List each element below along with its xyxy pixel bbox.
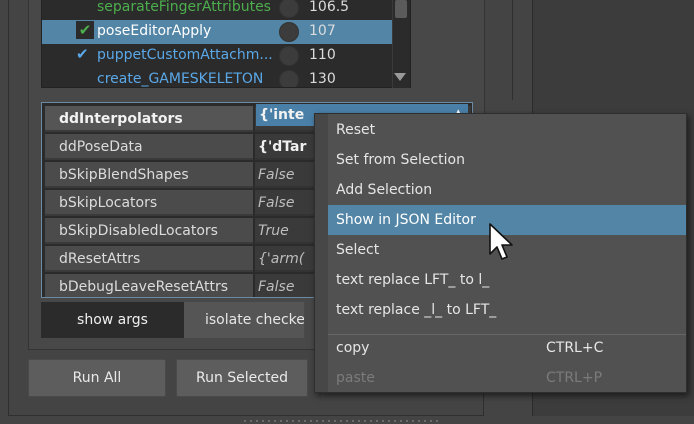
list-item-value: 106.5 xyxy=(309,0,350,15)
list-item-name: puppetCustomAttachm... xyxy=(97,47,273,63)
menu-item-reset[interactable]: Reset xyxy=(328,115,686,145)
check-icon[interactable]: ✔ xyxy=(76,45,94,63)
attribute-name: bSkipBlendShapes xyxy=(45,162,253,188)
run-selected-button[interactable]: Run Selected xyxy=(176,359,308,397)
attribute-name: bSkipDisabledLocators xyxy=(45,218,253,244)
menu-icon-gutter xyxy=(315,114,328,392)
list-item-name: create_GAMESKELETON xyxy=(97,71,264,87)
scroll-down-arrow-icon[interactable] xyxy=(394,73,406,81)
attribute-name: ddPoseData xyxy=(45,134,253,160)
menu-item-label: copy xyxy=(336,340,370,356)
list-item[interactable]: ✔ poseEditorApply 107 xyxy=(42,20,394,44)
menu-item-label: Select xyxy=(336,242,380,258)
menu-item-set-from-selection[interactable]: Set from Selection xyxy=(328,145,686,175)
status-dot-icon xyxy=(279,0,299,18)
menu-item-label: Show in JSON Editor xyxy=(336,212,476,228)
menu-item-replace-l-to-lft[interactable]: text replace _l_ to LFT_ xyxy=(328,295,686,325)
menu-item-add-selection[interactable]: Add Selection xyxy=(328,175,686,205)
list-item-value: 107 xyxy=(309,23,336,39)
menu-item-label: Reset xyxy=(336,122,376,138)
list-item-name: separateFingerAttributes xyxy=(97,0,271,15)
menu-item-paste: paste CTRL+P xyxy=(328,363,686,393)
step-list[interactable]: separateFingerAttributes 106.5 ✔ poseEdi… xyxy=(41,0,411,88)
menu-item-shortcut: CTRL+C xyxy=(546,340,604,356)
attribute-name: bDebugLeaveResetAttrs xyxy=(45,274,253,297)
menu-item-replace-lft-to-l[interactable]: text replace LFT_ to l_ xyxy=(328,265,686,295)
menu-item-label: Set from Selection xyxy=(336,152,465,168)
list-item[interactable]: ✔ puppetCustomAttachm... 110 xyxy=(42,44,394,68)
status-dot-icon xyxy=(279,70,299,87)
menu-item-label: Add Selection xyxy=(336,182,433,198)
check-icon[interactable]: ✔ xyxy=(76,21,94,39)
menu-item-shortcut: CTRL+P xyxy=(546,370,603,386)
attribute-name: ddInterpolators xyxy=(45,106,253,132)
mouse-cursor-icon xyxy=(489,223,513,260)
attribute-name: bSkipLocators xyxy=(45,190,253,216)
menu-item-label: text replace LFT_ to l_ xyxy=(336,272,490,288)
status-dot-icon xyxy=(279,46,299,66)
resize-grip-icon[interactable] xyxy=(244,419,444,423)
list-item-value: 110 xyxy=(309,47,336,63)
menu-item-copy[interactable]: copy CTRL+C xyxy=(328,333,686,363)
tab-isolate-checked[interactable]: isolate checked xyxy=(184,302,304,338)
list-item-value: 130 xyxy=(309,71,336,87)
menu-item-label: text replace _l_ to LFT_ xyxy=(336,302,497,318)
tab-show-args[interactable]: show args xyxy=(41,302,184,338)
list-item[interactable]: create_GAMESKELETON 130 xyxy=(42,68,394,87)
menu-item-label: paste xyxy=(336,370,375,386)
status-dot-icon xyxy=(279,22,299,42)
run-all-button[interactable]: Run All xyxy=(28,359,166,397)
attribute-name: dResetAttrs xyxy=(45,246,253,272)
list-item[interactable]: separateFingerAttributes 106.5 xyxy=(42,0,394,20)
scrollbar-thumb[interactable] xyxy=(395,0,407,18)
panel-divider xyxy=(512,0,513,100)
list-item-name: poseEditorApply xyxy=(97,23,212,39)
